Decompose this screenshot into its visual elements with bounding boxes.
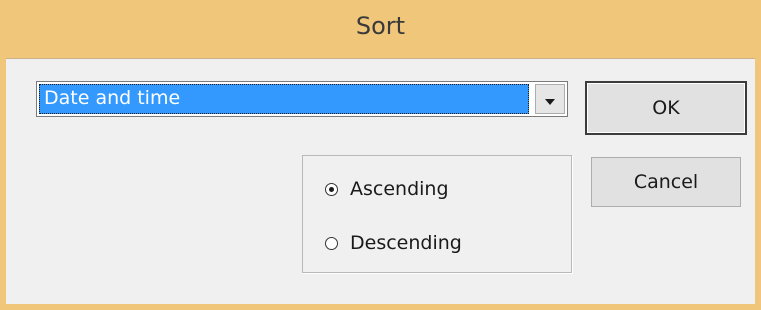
ascending-option[interactable]: Ascending	[325, 174, 449, 204]
dropdown-button[interactable]	[535, 84, 565, 114]
ascending-label[interactable]: Ascending	[350, 178, 449, 200]
sort-field-dropdown[interactable]: Date and time	[36, 81, 568, 117]
sort-dialog: Sort Date and time OK Cancel Ascending D…	[0, 0, 761, 310]
radio-unchecked-icon[interactable]	[325, 236, 338, 250]
descending-label[interactable]: Descending	[350, 232, 462, 254]
cancel-button[interactable]: Cancel	[591, 157, 741, 207]
title-bar[interactable]: Sort	[0, 0, 761, 56]
ok-button[interactable]: OK	[585, 81, 747, 135]
window-title: Sort	[355, 12, 406, 40]
descending-option[interactable]: Descending	[325, 228, 462, 258]
radio-checked-icon[interactable]	[325, 182, 338, 196]
dialog-client-area: Date and time OK Cancel Ascending Descen…	[6, 58, 755, 304]
sort-order-group: Ascending Descending	[302, 155, 572, 273]
chevron-down-icon	[545, 90, 555, 109]
sort-field-selected-value[interactable]: Date and time	[39, 84, 529, 114]
